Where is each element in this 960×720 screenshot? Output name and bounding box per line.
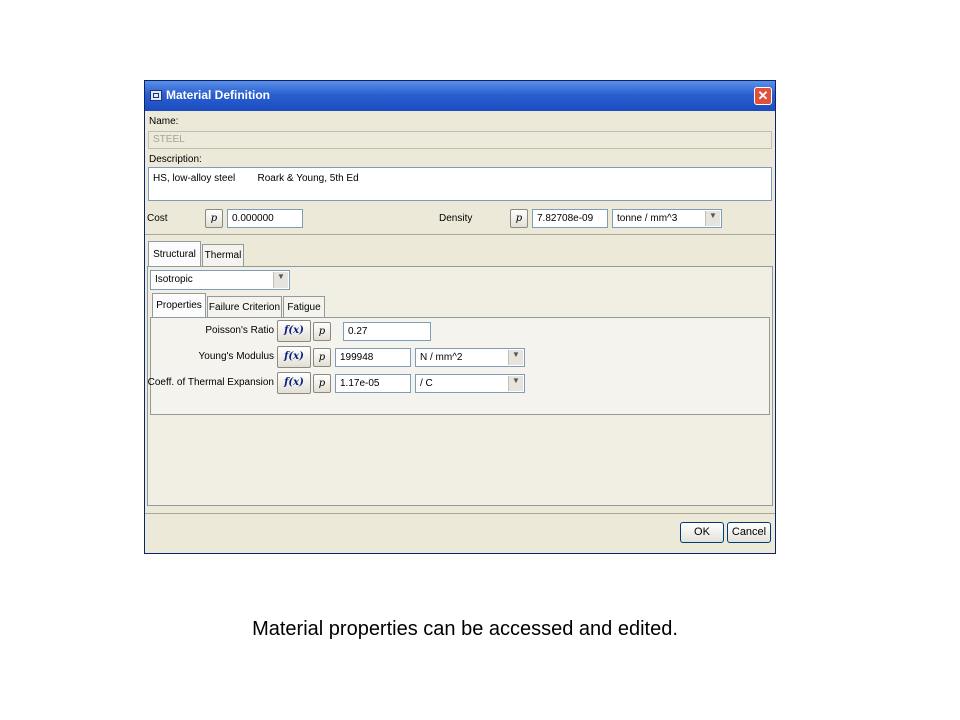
chevron-down-icon[interactable]: ▼ [273,272,288,288]
youngs-modulus-field[interactable]: 199948 [335,348,411,367]
cost-label: Cost [147,213,168,224]
ok-button[interactable]: OK [680,522,724,543]
slide-caption: Material properties can be accessed and … [252,618,678,640]
density-parameter-button[interactable]: p [510,209,528,228]
poissons-ratio-function-button[interactable]: f(x) [277,320,311,342]
cost-field[interactable]: 0.000000 [227,209,303,228]
divider [145,234,775,235]
poissons-ratio-field[interactable]: 0.27 [343,322,431,341]
density-label: Density [439,213,473,224]
density-unit-select[interactable]: tonne / mm^3 ▼ [612,209,722,228]
window-icon [150,90,162,101]
tab-failure-criterion[interactable]: Failure Criterion [207,296,282,317]
thermal-expansion-function-button[interactable]: f(x) [277,372,311,394]
cost-parameter-button[interactable]: p [205,209,223,228]
name-label: Name: [149,116,179,127]
structural-panel: Isotropic ▼ Properties Failure Criterion… [147,266,773,506]
name-field[interactable]: STEEL [148,131,772,149]
description-field[interactable]: HS, low-alloy steel Roark & Young, 5th E… [148,167,772,201]
close-button[interactable]: ✕ [754,87,772,105]
poissons-ratio-label: Poisson's Ratio [205,325,274,336]
chevron-down-icon[interactable]: ▼ [705,211,720,226]
material-model-value: Isotropic [155,274,193,285]
thermal-expansion-label: Coeff. of Thermal Expansion [147,377,274,388]
youngs-modulus-unit-select[interactable]: N / mm^2 ▼ [415,348,525,367]
footer-divider [145,513,775,514]
thermal-expansion-unit-value: / C [420,378,433,389]
youngs-modulus-function-button[interactable]: f(x) [277,346,311,368]
material-model-select[interactable]: Isotropic ▼ [150,270,290,290]
tab-thermal[interactable]: Thermal [202,244,244,266]
thermal-expansion-unit-select[interactable]: / C ▼ [415,374,525,393]
density-field[interactable]: 7.82708e-09 [532,209,608,228]
chevron-down-icon[interactable]: ▼ [508,376,523,391]
tab-structural[interactable]: Structural [148,241,201,266]
chevron-down-icon[interactable]: ▼ [508,350,523,365]
youngs-modulus-label: Young's Modulus [198,351,274,362]
cancel-button[interactable]: Cancel [727,522,771,543]
density-unit-value: tonne / mm^3 [617,213,678,224]
youngs-modulus-unit-value: N / mm^2 [420,352,463,363]
material-definition-dialog: Material Definition ✕ Name: STEEL Descri… [144,80,776,554]
tab-fatigue[interactable]: Fatigue [283,296,325,317]
title-bar[interactable]: Material Definition ✕ [145,81,775,111]
poissons-ratio-parameter-button[interactable]: p [313,322,331,341]
description-label: Description: [149,154,202,165]
thermal-expansion-parameter-button[interactable]: p [313,374,331,393]
tab-properties[interactable]: Properties [152,293,206,317]
properties-panel: Poisson's Ratio f(x) p 0.27 Young's Modu… [147,317,770,415]
thermal-expansion-field[interactable]: 1.17e-05 [335,374,411,393]
youngs-modulus-parameter-button[interactable]: p [313,348,331,367]
dialog-title: Material Definition [166,88,271,102]
